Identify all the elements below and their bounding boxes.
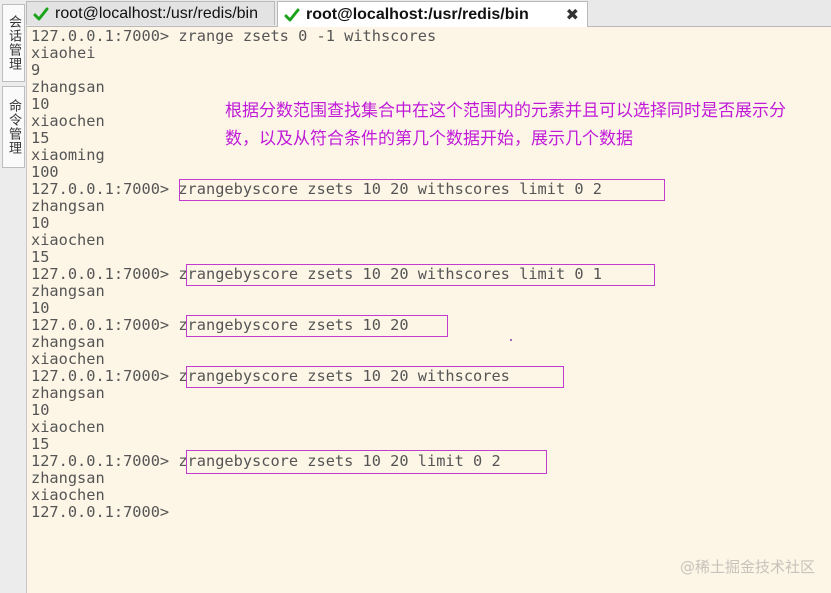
terminal-output-line: 15 — [31, 129, 50, 147]
stray-dot — [510, 339, 512, 341]
annotation-text: 根据分数范围查找集合中在这个范围内的元素并且可以选择同时是否展示分数，以及从符合… — [225, 101, 786, 149]
side-tab-sessions[interactable]: 会话管理 — [2, 4, 25, 82]
terminal-output-line: xiaohei — [31, 44, 96, 62]
terminal-output-line: zhangsan — [31, 469, 105, 487]
close-icon[interactable]: ✖ — [566, 5, 579, 25]
check-icon — [284, 8, 300, 21]
terminal-output-line: 15 — [31, 435, 50, 453]
terminal[interactable]: 127.0.0.1:7000> zrange zsets 0 -1 withsc… — [27, 27, 831, 593]
terminal-output-line: xiaoming — [31, 146, 105, 164]
check-icon — [33, 7, 49, 20]
tab-bar: root@localhost:/usr/redis/bin root@local… — [26, 0, 831, 27]
terminal-output-line: zhangsan — [31, 78, 105, 96]
terminal-output-line: 10 — [31, 214, 50, 232]
terminal-output-line: 100 — [31, 163, 59, 181]
highlight-box — [186, 315, 448, 337]
terminal-output-line: xiaochen — [31, 418, 105, 436]
side-tab-commands[interactable]: 命令管理 — [2, 86, 25, 168]
terminal-output-line: 10 — [31, 299, 50, 317]
terminal-output-line: xiaochen — [31, 112, 105, 130]
tab-label: root@localhost:/usr/redis/bin — [55, 4, 258, 22]
tab-session-1[interactable]: root@localhost:/usr/redis/bin — [26, 1, 275, 25]
watermark: @稀土掘金技术社区 — [679, 558, 815, 576]
highlight-box — [186, 264, 655, 286]
highlight-box — [186, 366, 564, 388]
terminal-output-line: 10 — [31, 95, 50, 113]
terminal-output-line: xiaochen — [31, 231, 105, 249]
terminal-command-line: 127.0.0.1:7000> zrange zsets 0 -1 withsc… — [31, 27, 437, 45]
highlight-box — [186, 450, 547, 474]
side-panel: 会话管理 命令管理 — [0, 0, 27, 593]
tab-session-2[interactable]: root@localhost:/usr/redis/bin ✖ — [277, 1, 588, 27]
terminal-output-line: 10 — [31, 401, 50, 419]
terminal-output-line: xiaochen — [31, 350, 105, 368]
terminal-output-line: zhangsan — [31, 197, 105, 215]
highlight-box — [179, 179, 665, 201]
terminal-output-line: 9 — [31, 61, 41, 79]
tab-label: root@localhost:/usr/redis/bin — [306, 5, 529, 23]
terminal-output-line: zhangsan — [31, 282, 105, 300]
terminal-command-line: 127.0.0.1:7000> — [31, 503, 170, 521]
terminal-output-line: 15 — [31, 248, 50, 266]
terminal-output-line: xiaochen — [31, 486, 105, 504]
terminal-output-line: zhangsan — [31, 384, 105, 402]
terminal-output-line: zhangsan — [31, 333, 105, 351]
